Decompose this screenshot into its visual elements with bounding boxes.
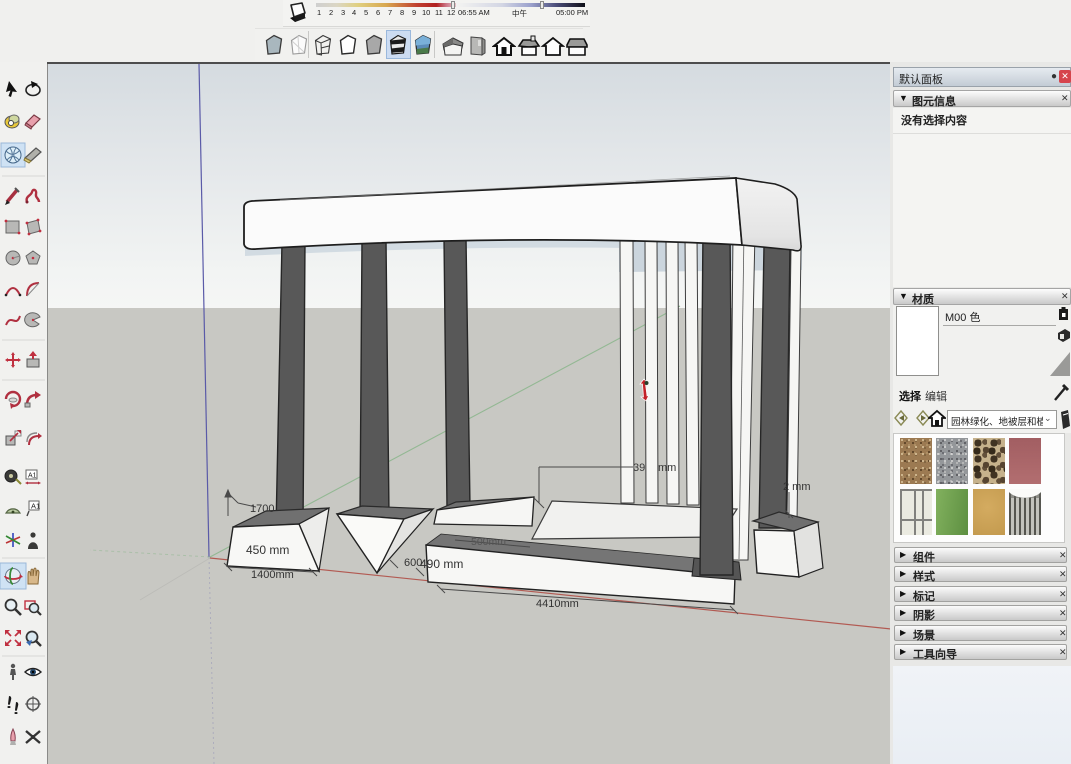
svg-text:490 mm: 490 mm: [420, 557, 463, 571]
svg-text:1400mm: 1400mm: [251, 569, 294, 581]
svg-text:4410mm: 4410mm: [536, 598, 579, 610]
svg-text:500mm: 500mm: [471, 536, 506, 548]
svg-text:2 mm: 2 mm: [783, 481, 811, 493]
svg-text:A1: A1: [28, 473, 37, 480]
svg-text:1700: 1700: [250, 503, 274, 515]
svg-text:mm: mm: [658, 462, 676, 474]
svg-text:A1: A1: [31, 502, 40, 511]
svg-text:39: 39: [633, 462, 645, 474]
svg-text:450 mm: 450 mm: [246, 543, 289, 557]
